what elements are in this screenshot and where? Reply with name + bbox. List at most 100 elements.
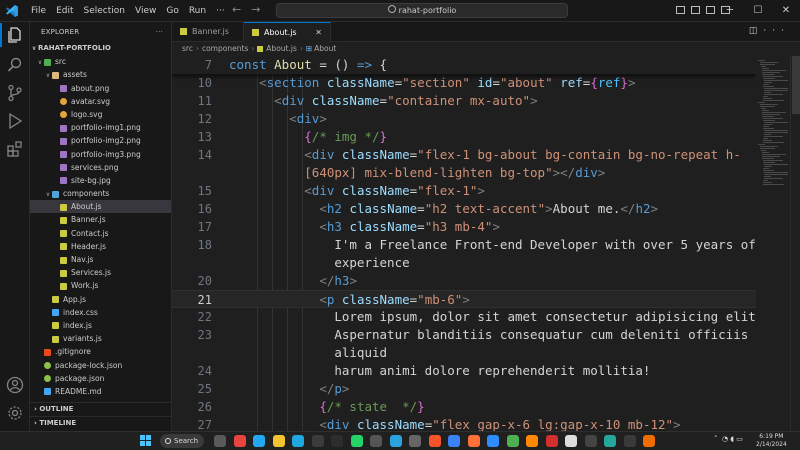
code-line[interactable]: 17 <h3 className="h3 mb-4"> — [172, 218, 756, 236]
breadcrumb-src[interactable]: src — [182, 44, 193, 53]
explorer-icon[interactable] — [0, 23, 24, 47]
tree-file[interactable]: Services.js — [30, 266, 171, 279]
menu-item[interactable]: View — [130, 0, 161, 22]
taskbar-clock[interactable]: 6:19 PM 2/14/2024 — [756, 433, 787, 449]
code-line[interactable]: 15 <div className="flex-1"> — [172, 182, 756, 200]
taskbar-edge-icon[interactable] — [292, 435, 304, 447]
tree-folder[interactable]: ∨ assets — [30, 68, 171, 81]
taskbar-app-gray-2-icon[interactable] — [409, 435, 421, 447]
close-tab-icon[interactable]: ✕ — [315, 23, 322, 43]
outline-section[interactable]: › OUTLINE — [30, 402, 172, 415]
run-debug-icon[interactable] — [6, 112, 24, 130]
tree-file[interactable]: portfolio-img2.png — [30, 134, 171, 147]
taskbar-app-red-icon[interactable] — [545, 435, 558, 447]
taskbar-app-blue-icon[interactable] — [448, 435, 460, 447]
toggle-secondary-sidebar-icon[interactable] — [706, 6, 715, 14]
taskbar-app-white-icon[interactable] — [565, 435, 577, 447]
tree-folder[interactable]: ∨ src — [30, 55, 171, 68]
code-line[interactable]: 16 <h2 className="h2 text-accent">About … — [172, 200, 756, 218]
tree-file[interactable]: Header.js — [30, 240, 171, 253]
tree-file[interactable]: Contact.js — [30, 227, 171, 240]
extensions-icon[interactable] — [6, 140, 24, 158]
tree-file[interactable]: Work.js — [30, 279, 171, 292]
toggle-panel-icon[interactable] — [691, 6, 700, 14]
tree-file[interactable]: portfolio-img3.png — [30, 148, 171, 161]
split-editor-icon[interactable]: ◫ — [749, 26, 764, 36]
settings-gear-icon[interactable] — [6, 404, 24, 422]
account-icon[interactable] — [6, 376, 24, 394]
tree-file[interactable]: Banner.js — [30, 213, 171, 226]
code-line[interactable]: 24 harum animi dolore reprehenderit moll… — [172, 362, 756, 380]
tree-file[interactable]: about.png — [30, 82, 171, 95]
tree-file[interactable]: logo.svg — [30, 108, 171, 121]
tree-file[interactable]: site-bg.jpg — [30, 174, 171, 187]
taskbar-telegram-icon[interactable] — [389, 435, 402, 447]
taskbar-app-dark-icon[interactable] — [311, 435, 324, 447]
code-line[interactable]: 26 {/* state */} — [172, 398, 756, 416]
code-line[interactable]: 12 <div> — [172, 110, 756, 128]
breadcrumb-symbol[interactable]: About — [314, 44, 336, 53]
timeline-section[interactable]: › TIMELINE — [30, 416, 172, 429]
code-line[interactable]: 20 </h3> — [172, 272, 756, 290]
source-control-icon[interactable] — [6, 84, 24, 102]
tree-file[interactable]: README.md — [30, 385, 171, 398]
project-root[interactable]: ∨ RAHAT-PORTFOLIO — [30, 42, 171, 55]
tab-banner-js[interactable]: Banner.js — [172, 22, 244, 42]
wifi-icon[interactable]: ◔ — [722, 435, 728, 443]
code-line[interactable]: 27 <div className="flex gap-x-6 lg:gap-x… — [172, 416, 756, 431]
maximize-button[interactable]: ☐ — [744, 0, 772, 22]
menu-item[interactable]: Selection — [79, 0, 130, 22]
breadcrumb-components[interactable]: components — [202, 44, 248, 53]
taskbar-app-green-icon[interactable] — [506, 435, 519, 447]
volume-icon[interactable]: ◖ — [730, 435, 734, 443]
tree-file[interactable]: Nav.js — [30, 253, 171, 266]
tree-file[interactable]: .gitignore — [30, 345, 171, 358]
taskbar-whatsapp-icon[interactable] — [350, 435, 363, 447]
taskbar-search[interactable]: Search — [160, 434, 204, 448]
taskbar-app-dark-3-icon[interactable] — [623, 435, 636, 447]
taskbar-zoom-icon[interactable] — [487, 435, 499, 447]
code-line[interactable]: [640px] mix-blend-lighten bg-top"></div> — [172, 164, 756, 182]
more-actions-icon[interactable]: ··· — [763, 26, 790, 36]
battery-icon[interactable]: ▭ — [736, 435, 743, 443]
code-editor[interactable]: 7 const About = () => {10 <section classN… — [172, 56, 756, 431]
code-line[interactable]: 18 I'm a Freelance Front-end Developer w… — [172, 236, 756, 254]
toggle-sidebar-icon[interactable] — [676, 6, 685, 14]
tree-folder[interactable]: ∨ components — [30, 187, 171, 200]
minimize-button[interactable]: ─ — [716, 0, 744, 22]
editor-scrollbar[interactable] — [790, 56, 800, 431]
chevron-up-icon[interactable]: ˄ — [714, 435, 718, 443]
menu-item[interactable]: ··· — [211, 0, 230, 22]
code-line[interactable]: 14 <div className="flex-1 bg-about bg-co… — [172, 146, 756, 164]
windows-start-icon[interactable] — [140, 435, 152, 447]
code-line[interactable]: 10 <section className="section" id="abou… — [172, 74, 756, 92]
tree-file[interactable]: avatar.svg — [30, 95, 171, 108]
menu-item[interactable]: File — [26, 0, 51, 22]
minimap[interactable] — [756, 56, 790, 431]
menu-item[interactable]: Go — [161, 0, 183, 22]
code-line[interactable]: aliquid — [172, 344, 756, 362]
code-line[interactable]: 13 {/* img */} — [172, 128, 756, 146]
code-line[interactable]: 21 <p className="mb-6"> — [172, 290, 756, 308]
taskbar-app-orange-icon[interactable] — [643, 435, 655, 447]
search-view-icon[interactable] — [6, 56, 24, 74]
tree-file[interactable]: index.js — [30, 319, 171, 332]
close-button[interactable]: ✕ — [772, 0, 800, 22]
scrollbar-thumb[interactable] — [792, 56, 800, 114]
code-line[interactable]: experience — [172, 254, 756, 272]
tab-about-js[interactable]: About.js ✕ — [244, 22, 331, 42]
tree-file[interactable]: index.css — [30, 306, 171, 319]
taskbar-firefox-icon[interactable] — [467, 435, 480, 447]
taskbar-chrome-icon[interactable] — [233, 435, 246, 447]
tree-file[interactable]: package-lock.json — [30, 359, 171, 372]
forward-arrow-icon[interactable]: → — [251, 3, 270, 16]
taskbar-terminal-icon[interactable] — [331, 435, 343, 447]
tree-file[interactable]: App.js — [30, 293, 171, 306]
code-line[interactable]: 23 Aspernatur blanditiis consequatur cum… — [172, 326, 756, 344]
command-center-search[interactable]: rahat-portfolio — [276, 3, 568, 18]
tree-file[interactable]: package.json — [30, 372, 171, 385]
more-actions-icon[interactable]: ··· — [156, 22, 163, 42]
code-line[interactable]: 22 Lorem ipsum, dolor sit amet consectet… — [172, 308, 756, 326]
taskbar-app-dark-2-icon[interactable] — [584, 435, 597, 447]
taskbar-app-gray-icon[interactable] — [370, 435, 382, 447]
